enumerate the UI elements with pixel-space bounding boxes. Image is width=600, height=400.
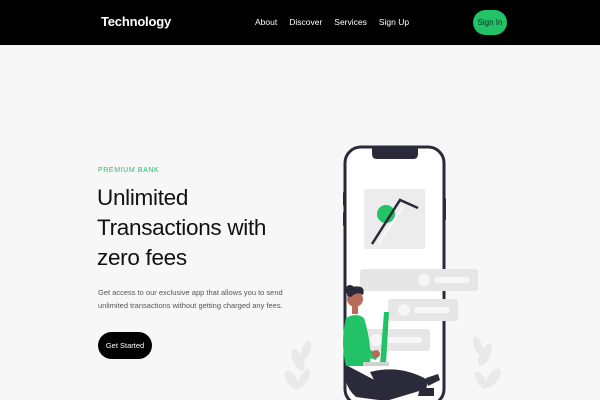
headline-line-1: Unlimited (97, 185, 189, 210)
nav-link-discover[interactable]: Discover (289, 17, 322, 27)
nav-link-about[interactable]: About (255, 17, 277, 27)
navbar: Technology About Discover Services Sign … (0, 0, 600, 45)
plant-right-icon (472, 336, 501, 389)
hero-eyebrow: PREMIUM BANK (98, 167, 160, 174)
message-card-3 (360, 329, 430, 351)
get-started-button[interactable]: Get Started (98, 332, 152, 359)
hero-subtext: Get access to our exclusive app that all… (98, 287, 288, 312)
message-card-1 (360, 269, 478, 291)
hero-headline: Unlimited Transactions with zero fees (97, 183, 277, 273)
headline-line-3: zero fees (97, 245, 187, 270)
nav-link-services[interactable]: Services (334, 17, 367, 27)
brand-logo[interactable]: Technology (101, 14, 171, 29)
subtext-line-2: unlimited transactions without getting c… (98, 300, 283, 310)
sign-in-button[interactable]: Sign In (473, 10, 507, 35)
nav-links: About Discover Services Sign Up (255, 17, 409, 27)
plant-left-icon (284, 340, 312, 390)
phone-with-person-icon (284, 145, 501, 400)
subtext-line-1: Get access to our exclusive app that all… (98, 288, 283, 297)
headline-line-2: Transactions with (97, 215, 267, 240)
nav-link-sign-up[interactable]: Sign Up (379, 17, 409, 27)
message-card-2 (388, 299, 458, 321)
